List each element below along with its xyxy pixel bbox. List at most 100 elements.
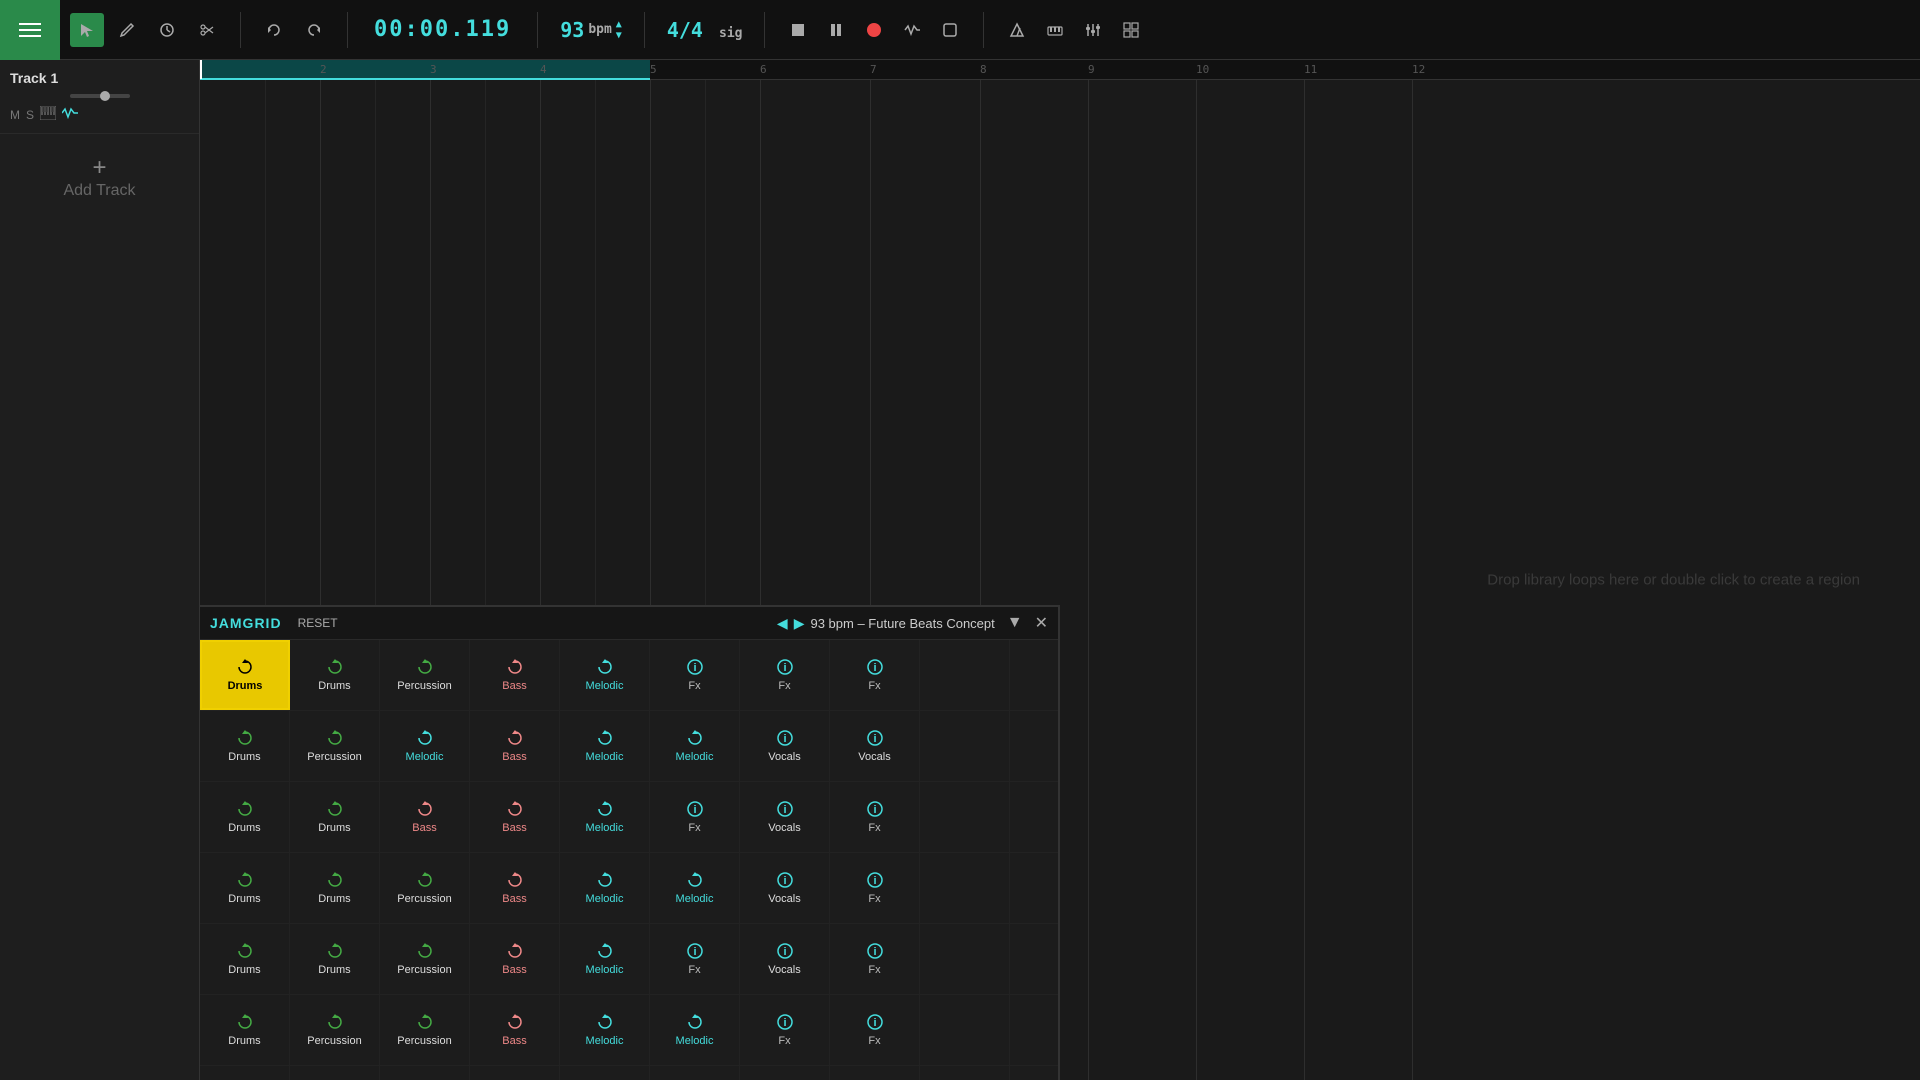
jam-cell-5-6[interactable]: iFx xyxy=(740,995,830,1065)
grid-button[interactable] xyxy=(1114,13,1148,47)
cell-icon-2-5: i xyxy=(687,801,703,820)
jam-cell-6-0[interactable]: Drums xyxy=(200,1066,290,1080)
jam-cell-1-3[interactable]: Bass xyxy=(470,711,560,781)
jam-cell-0-4[interactable]: Melodic xyxy=(560,640,650,710)
jam-cell-0-3[interactable]: Bass xyxy=(470,640,560,710)
scissors-tool-button[interactable] xyxy=(190,13,224,47)
jam-cell-1-7[interactable]: iVocals xyxy=(830,711,920,781)
jam-cell-2-2[interactable]: Bass xyxy=(380,782,470,852)
jam-cell-0-6[interactable]: iFx xyxy=(740,640,830,710)
jam-cell-4-5[interactable]: iFx xyxy=(650,924,740,994)
preset-name-label: 93 bpm – Future Beats Concept xyxy=(810,616,994,631)
jam-cell-3-2[interactable]: Percussion xyxy=(380,853,470,923)
cell-label-4-4: Melodic xyxy=(586,964,624,976)
jam-cell-1-6[interactable]: iVocals xyxy=(740,711,830,781)
cell-icon-0-4 xyxy=(597,659,613,678)
add-track-button[interactable]: + Add Track xyxy=(0,134,199,220)
jam-cell-3-7[interactable]: iFx xyxy=(830,853,920,923)
jam-cell-3-5[interactable]: Melodic xyxy=(650,853,740,923)
pause-button[interactable] xyxy=(819,13,853,47)
jam-cell-1-0[interactable]: Drums xyxy=(200,711,290,781)
track-volume-slider[interactable] xyxy=(70,94,130,98)
bpm-display[interactable]: 93 bpm ▲ ▼ xyxy=(544,18,638,42)
jamgrid-title: JAMGRID xyxy=(210,615,282,631)
automation-button[interactable] xyxy=(895,13,929,47)
jam-cell-4-3[interactable]: Bass xyxy=(470,924,560,994)
cell-label-2-7: Fx xyxy=(868,822,880,834)
jam-cell-6-3[interactable]: Bass xyxy=(470,1066,560,1080)
jam-cell-6-2[interactable]: Melodic xyxy=(380,1066,470,1080)
jam-cell-1-5[interactable]: Melodic xyxy=(650,711,740,781)
jam-cell-5-0[interactable]: Drums xyxy=(200,995,290,1065)
preset-prev-button[interactable]: ◀ xyxy=(777,615,788,632)
jam-cell-3-1[interactable]: Drums xyxy=(290,853,380,923)
mixer-button[interactable] xyxy=(1076,13,1110,47)
pencil-tool-button[interactable] xyxy=(110,13,144,47)
cell-label-1-7: Vocals xyxy=(858,751,890,763)
cell-label-1-0: Drums xyxy=(228,751,260,763)
jamgrid-reset-button[interactable]: RESET xyxy=(292,614,344,632)
jam-cell-6-6[interactable]: iVocals xyxy=(740,1066,830,1080)
menu-button[interactable] xyxy=(0,0,60,60)
jam-cell-1-4[interactable]: Melodic xyxy=(560,711,650,781)
jam-cell-3-0[interactable]: Drums xyxy=(200,853,290,923)
jam-cell-5-4[interactable]: Melodic xyxy=(560,995,650,1065)
cell-icon-3-0 xyxy=(237,872,253,891)
jam-cell-6-7[interactable]: iFx xyxy=(830,1066,920,1080)
jam-cell-4-0[interactable]: Drums xyxy=(200,924,290,994)
jam-cell-6-1[interactable]: Percussion xyxy=(290,1066,380,1080)
jam-cell-0-7[interactable]: iFx xyxy=(830,640,920,710)
jam-cell-6-4[interactable]: Bass xyxy=(560,1066,650,1080)
jam-cell-4-4[interactable]: Melodic xyxy=(560,924,650,994)
jam-cell-5-1[interactable]: Percussion xyxy=(290,995,380,1065)
metronome-button[interactable] xyxy=(1000,13,1034,47)
jam-cell-4-7[interactable]: iFx xyxy=(830,924,920,994)
jam-cell-2-7[interactable]: iFx xyxy=(830,782,920,852)
jam-cell-5-3[interactable]: Bass xyxy=(470,995,560,1065)
jam-cell-2-1[interactable]: Drums xyxy=(290,782,380,852)
piano-roll-button[interactable] xyxy=(40,106,56,123)
preset-dropdown-button[interactable]: ▼ xyxy=(1007,614,1023,632)
jam-cell-1-2[interactable]: Melodic xyxy=(380,711,470,781)
redo-button[interactable] xyxy=(297,13,331,47)
record-button[interactable] xyxy=(857,13,891,47)
jam-cell-4-2[interactable]: Percussion xyxy=(380,924,470,994)
jam-cell-2-6[interactable]: iVocals xyxy=(740,782,830,852)
jam-cell-4-6[interactable]: iVocals xyxy=(740,924,830,994)
jam-cell-2-5[interactable]: iFx xyxy=(650,782,740,852)
solo-button[interactable]: S xyxy=(26,108,34,122)
stop-button[interactable] xyxy=(781,13,815,47)
bpm-down-arrow[interactable]: ▼ xyxy=(616,30,622,41)
preset-next-button[interactable]: ▶ xyxy=(794,615,805,632)
jam-cell-2-0[interactable]: Drums xyxy=(200,782,290,852)
midi-button[interactable] xyxy=(1038,13,1072,47)
jam-cell-0-0[interactable]: Drums xyxy=(200,640,290,710)
jam-cell-3-6[interactable]: iVocals xyxy=(740,853,830,923)
loop-button[interactable] xyxy=(933,13,967,47)
time-signature-display[interactable]: 4/4 sig xyxy=(651,18,759,42)
jam-cell-3-3[interactable]: Bass xyxy=(470,853,560,923)
jam-cell-5-5[interactable]: Melodic xyxy=(650,995,740,1065)
undo-button[interactable] xyxy=(257,13,291,47)
jam-cell-4-1[interactable]: Drums xyxy=(290,924,380,994)
bpm-arrows[interactable]: ▲ ▼ xyxy=(616,19,622,41)
jam-cell-0-5[interactable]: iFx xyxy=(650,640,740,710)
select-tool-button[interactable] xyxy=(70,13,104,47)
jam-cell-5-2[interactable]: Percussion xyxy=(380,995,470,1065)
timeline-ruler[interactable]: 2 3 4 5 6 7 8 9 10 11 12 xyxy=(200,60,1920,80)
mute-button[interactable]: M xyxy=(10,108,20,122)
jam-cell-6-8 xyxy=(920,1066,1010,1080)
automation-track-button[interactable] xyxy=(62,106,78,123)
jam-cell-3-4[interactable]: Melodic xyxy=(560,853,650,923)
jam-cell-0-2[interactable]: Percussion xyxy=(380,640,470,710)
clock-tool-button[interactable] xyxy=(150,13,184,47)
jam-cell-1-1[interactable]: Percussion xyxy=(290,711,380,781)
jamgrid-close-button[interactable]: ✕ xyxy=(1035,613,1048,633)
cell-icon-5-5 xyxy=(687,1014,703,1033)
jam-cell-5-7[interactable]: iFx xyxy=(830,995,920,1065)
jam-cell-2-3[interactable]: Bass xyxy=(470,782,560,852)
bpm-up-arrow[interactable]: ▲ xyxy=(616,19,622,30)
jam-cell-0-1[interactable]: Drums xyxy=(290,640,380,710)
jam-cell-6-5[interactable]: Melodic xyxy=(650,1066,740,1080)
jam-cell-2-4[interactable]: Melodic xyxy=(560,782,650,852)
